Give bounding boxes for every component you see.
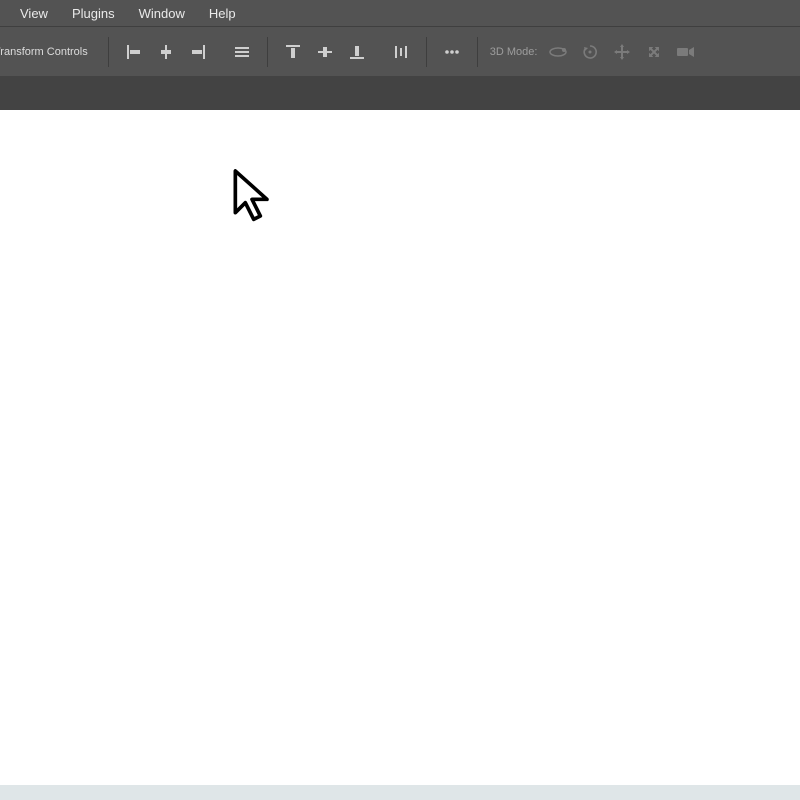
3d-pan-icon[interactable] xyxy=(610,40,634,64)
separator xyxy=(477,37,478,67)
align-top-edges-icon[interactable] xyxy=(281,40,305,64)
transform-controls-label: Transform Controls xyxy=(0,46,98,58)
menu-plugins[interactable]: Plugins xyxy=(62,3,125,24)
align-vertical-centers-icon[interactable] xyxy=(313,40,337,64)
separator xyxy=(108,37,109,67)
menu-view[interactable]: View xyxy=(10,3,58,24)
separator xyxy=(426,37,427,67)
menu-help[interactable]: Help xyxy=(199,3,246,24)
distribute-horizontal-icon[interactable] xyxy=(389,40,413,64)
align-justify-icon[interactable] xyxy=(230,40,254,64)
document-tab-strip xyxy=(0,76,800,110)
menu-window[interactable]: Window xyxy=(129,3,195,24)
status-bar xyxy=(0,785,800,800)
align-bottom-edges-icon[interactable] xyxy=(345,40,369,64)
align-horizontal-centers-icon[interactable] xyxy=(154,40,178,64)
align-right-edges-icon[interactable] xyxy=(186,40,210,64)
canvas[interactable] xyxy=(0,110,800,785)
separator xyxy=(267,37,268,67)
align-left-edges-icon[interactable] xyxy=(122,40,146,64)
top-menu-bar: View Plugins Window Help xyxy=(0,0,800,26)
more-options-icon[interactable] xyxy=(440,40,464,64)
3d-camera-icon[interactable] xyxy=(674,40,698,64)
options-bar: Transform Controls xyxy=(0,26,800,76)
3d-mode-label: 3D Mode: xyxy=(490,46,538,58)
cursor-pointer-icon xyxy=(232,169,272,223)
3d-rotate-icon[interactable] xyxy=(578,40,602,64)
3d-move-icon[interactable] xyxy=(642,40,666,64)
3d-orbit-icon[interactable] xyxy=(546,40,570,64)
